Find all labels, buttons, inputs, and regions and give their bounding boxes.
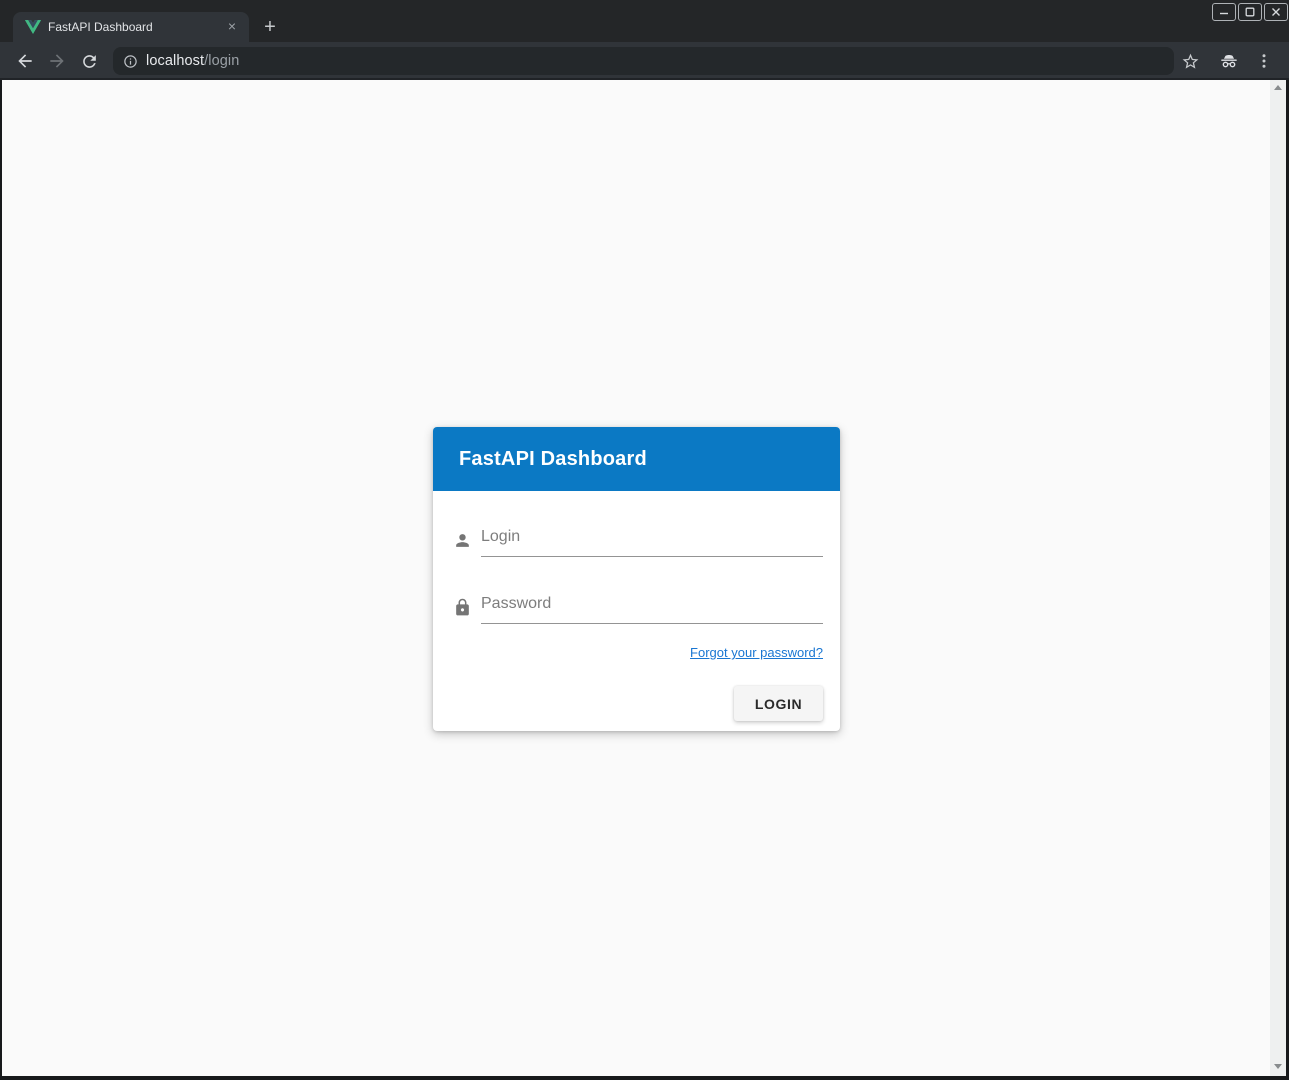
minimize-button[interactable] [1212, 3, 1236, 21]
forward-button[interactable] [45, 49, 69, 73]
login-input[interactable] [481, 523, 823, 557]
url-path: /login [204, 53, 239, 69]
forgot-password-row: Forgot your password? [450, 644, 823, 659]
browser-tab[interactable]: FastAPI Dashboard × [13, 12, 249, 42]
login-button[interactable]: LOGIN [734, 686, 823, 721]
vue-logo-favicon-icon [25, 19, 41, 35]
incognito-badge [1217, 49, 1241, 73]
close-button[interactable] [1264, 3, 1288, 21]
forward-arrow-icon [47, 51, 67, 71]
page-scrollbar[interactable] [1270, 80, 1286, 1076]
star-icon [1181, 52, 1200, 71]
new-tab-button[interactable]: + [256, 13, 284, 41]
maximize-icon [1245, 7, 1255, 17]
bookmark-button[interactable] [1178, 49, 1202, 73]
browser-window: FastAPI Dashboard × + [0, 0, 1289, 1080]
page-content: FastAPI Dashboard [2, 80, 1286, 1076]
window-controls [1212, 3, 1288, 21]
login-field-row [450, 517, 823, 557]
login-card-title: FastAPI Dashboard [459, 448, 647, 471]
browser-titlebar: FastAPI Dashboard × + [0, 0, 1289, 42]
reload-button[interactable] [77, 49, 101, 73]
url-text: localhost/login [146, 53, 239, 69]
browser-menu-button[interactable] [1252, 49, 1276, 73]
site-info-icon [123, 54, 138, 69]
three-dots-menu-icon [1255, 52, 1273, 70]
reload-icon [80, 52, 99, 71]
login-card: FastAPI Dashboard [433, 427, 840, 731]
lock-icon [450, 598, 481, 624]
forgot-password-link[interactable]: Forgot your password? [690, 645, 823, 660]
back-button[interactable] [13, 49, 37, 73]
scroll-up-icon[interactable] [1274, 85, 1282, 90]
incognito-icon [1218, 50, 1240, 72]
tab-close-icon[interactable]: × [223, 18, 241, 36]
scroll-down-icon[interactable] [1274, 1064, 1282, 1069]
password-field-row [450, 584, 823, 624]
login-card-body: Forgot your password? LOGIN [433, 517, 840, 731]
close-icon [1271, 7, 1281, 17]
maximize-button[interactable] [1238, 3, 1262, 21]
back-arrow-icon [15, 51, 35, 71]
tab-title: FastAPI Dashboard [48, 20, 223, 34]
minimize-icon [1219, 7, 1229, 17]
person-icon [450, 531, 481, 557]
url-host: localhost [146, 53, 204, 69]
card-actions: LOGIN [450, 686, 823, 721]
login-card-header: FastAPI Dashboard [433, 427, 840, 491]
url-address-bar[interactable]: localhost/login [113, 47, 1174, 75]
password-input[interactable] [481, 590, 823, 624]
browser-toolbar: localhost/login [0, 42, 1289, 80]
